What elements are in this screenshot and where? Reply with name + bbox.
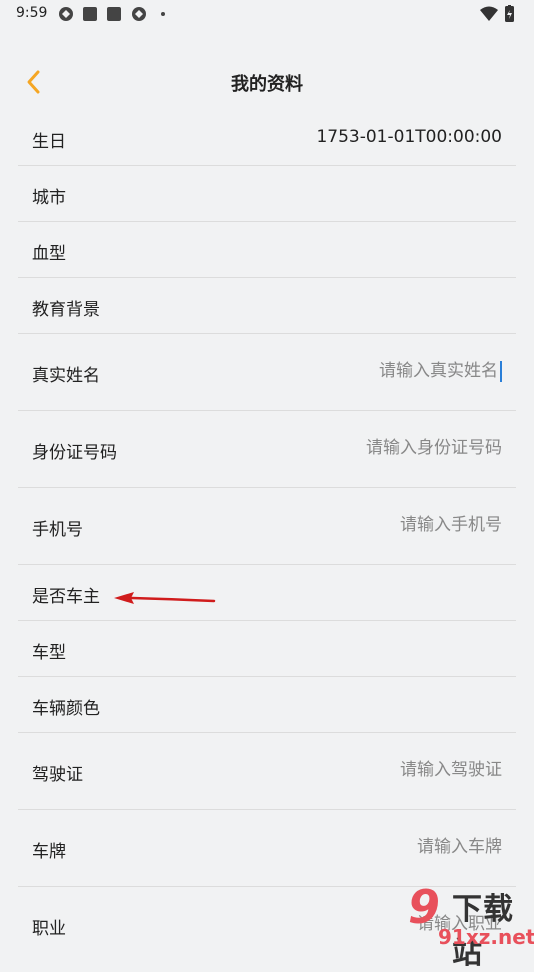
field-label-driver-license: 驾驶证	[32, 765, 83, 785]
field-row-real-name: 真实姓名	[18, 334, 516, 411]
field-label-car-owner: 是否车主	[32, 587, 100, 607]
field-label-education: 教育背景	[32, 300, 100, 320]
field-row-phone: 手机号	[18, 488, 516, 565]
watermark-url: 91xz.net	[438, 925, 534, 949]
field-row-driver-license: 驾驶证	[18, 733, 516, 810]
app-notification-icon-2	[107, 7, 121, 21]
field-label-id-number: 身份证号码	[32, 443, 117, 463]
field-label-city: 城市	[32, 188, 66, 208]
annotation-arrow-icon	[114, 592, 216, 604]
field-label-license-plate: 车牌	[32, 842, 66, 862]
field-row-license-plate: 车牌	[18, 810, 516, 887]
field-label-phone: 手机号	[32, 520, 83, 540]
real-name-input[interactable]	[258, 359, 498, 383]
field-label-car-model: 车型	[32, 643, 66, 663]
page-title: 我的资料	[231, 74, 303, 95]
wifi-battery-icon	[480, 5, 514, 22]
profile-field-list: 生日 1753-01-01T00:00:00 城市 血型 教育背景 真实姓名 身…	[18, 110, 516, 964]
notification-icon	[59, 7, 73, 21]
field-row-blood-type[interactable]: 血型	[18, 222, 516, 278]
field-row-car-color[interactable]: 车辆颜色	[18, 677, 516, 733]
driver-license-input[interactable]	[262, 758, 502, 782]
field-row-education[interactable]: 教育背景	[18, 278, 516, 334]
more-notifications-dot	[161, 12, 165, 16]
field-value-birthday: 1753-01-01T00:00:00	[316, 127, 502, 147]
license-plate-input[interactable]	[262, 835, 502, 859]
app-notification-icon	[83, 7, 97, 21]
watermark-number: 9	[408, 880, 441, 934]
phone-input[interactable]	[262, 513, 502, 537]
field-row-car-owner[interactable]: 是否车主	[18, 565, 516, 621]
field-row-city[interactable]: 城市	[18, 166, 516, 222]
field-row-id-number: 身份证号码	[18, 411, 516, 488]
status-time: 9:59	[16, 5, 48, 21]
field-row-car-model[interactable]: 车型	[18, 621, 516, 677]
text-cursor	[500, 361, 502, 382]
field-label-real-name: 真实姓名	[32, 366, 100, 386]
field-label-occupation: 职业	[32, 919, 66, 939]
field-label-blood-type: 血型	[32, 244, 66, 264]
field-label-car-color: 车辆颜色	[32, 699, 100, 719]
status-bar: 9:59	[0, 0, 534, 28]
notification-icon-2	[132, 7, 146, 21]
field-label-birthday: 生日	[32, 132, 66, 152]
field-row-birthday[interactable]: 生日 1753-01-01T00:00:00	[18, 110, 516, 166]
top-bar: 我的资料	[0, 58, 534, 106]
watermark-logo: 9 下载站 91xz.net	[408, 880, 534, 971]
id-number-input[interactable]	[262, 436, 502, 460]
